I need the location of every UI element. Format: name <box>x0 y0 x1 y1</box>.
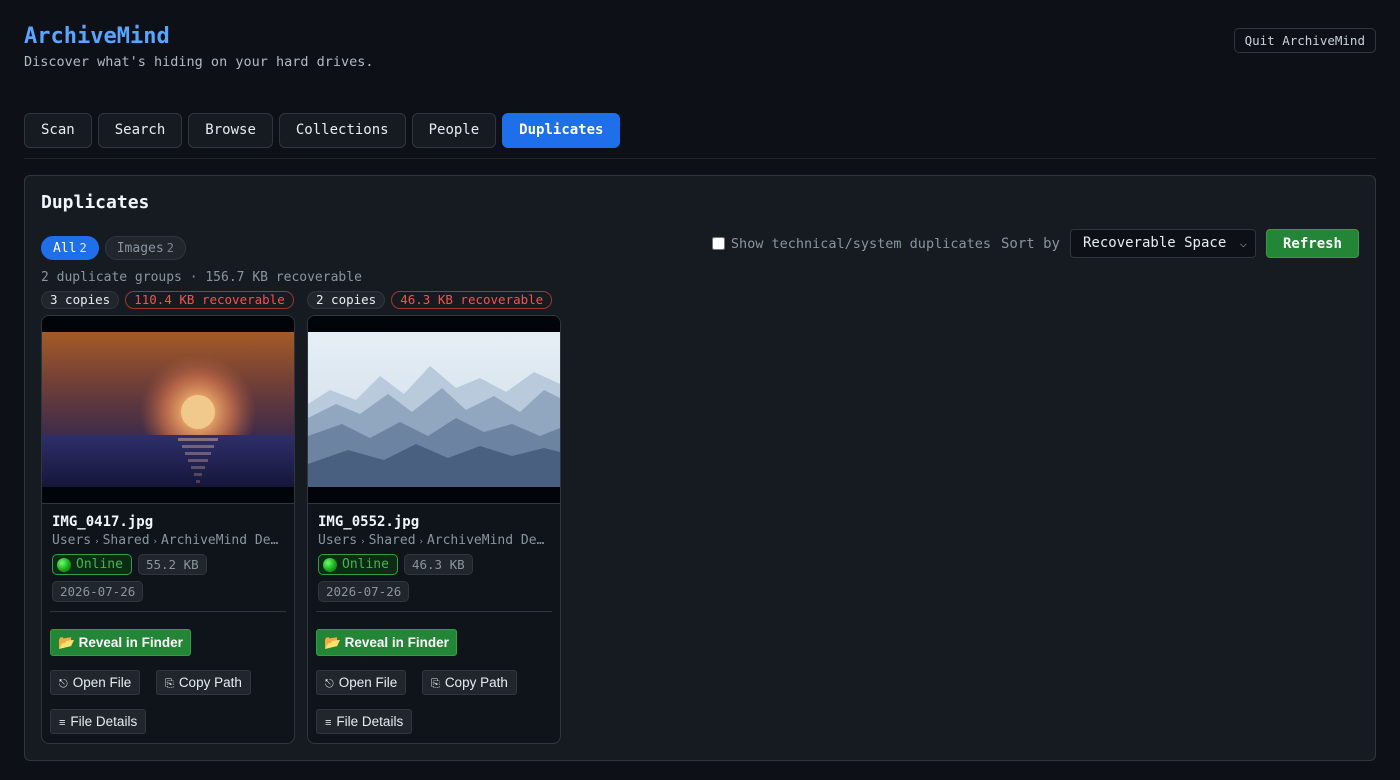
card-divider <box>50 611 286 612</box>
mountains-thumbnail-image <box>308 332 560 487</box>
sort-select-value: Recoverable Space <box>1082 235 1227 251</box>
copy-path-button[interactable]: ⎘ Copy Path <box>422 670 517 695</box>
copies-badge: 2 copies <box>307 291 386 309</box>
refresh-button[interactable]: Refresh <box>1265 229 1359 258</box>
panel-title: Duplicates <box>41 192 150 213</box>
file-meta: Online 46.3 KB <box>318 554 550 575</box>
folder-icon: 📂 <box>324 635 341 650</box>
filter-all[interactable]: All 2 <box>41 236 99 260</box>
reveal-in-finder-button[interactable]: 📂 Reveal in Finder <box>50 629 191 656</box>
file-thumbnail[interactable] <box>42 316 294 504</box>
chevron-right-icon: › <box>152 537 158 547</box>
path-segment: Users <box>318 533 358 548</box>
file-card[interactable]: IMG_0552.jpg Users › Shared › ArchiveMind De… <box>307 315 561 744</box>
sort-label: Sort by <box>1000 235 1060 252</box>
details-label: File Details <box>70 714 138 729</box>
tab-browse[interactable]: Browse <box>188 113 273 148</box>
date-row: 2026-07-26 <box>318 581 550 602</box>
filter-images-count: 2 <box>166 241 174 255</box>
duplicates-summary: 2 duplicate groups · 156.7 KB recoverabl… <box>41 270 362 285</box>
copy-label: Copy Path <box>178 675 242 690</box>
duplicate-group: 2 copies 46.3 KB recoverable IMG_0552.jp… <box>307 291 561 744</box>
open-external-icon: ⎋ <box>59 678 68 690</box>
status-badge: Online <box>52 554 132 575</box>
tab-people[interactable]: People <box>411 113 497 148</box>
path-segment: ArchiveMind De… <box>160 533 279 548</box>
chevron-down-icon: ⌵ <box>1239 236 1247 250</box>
file-thumbnail[interactable] <box>308 316 560 504</box>
status-label: Online <box>342 557 389 572</box>
sunset-thumbnail-image <box>42 332 294 487</box>
filter-all-count: 2 <box>79 241 87 255</box>
file-date: 2026-07-26 <box>318 581 410 602</box>
open-label: Open File <box>338 675 398 690</box>
open-external-icon: ⎋ <box>325 678 334 690</box>
filter-all-label: All <box>53 241 77 256</box>
online-dot-icon <box>323 557 337 572</box>
reveal-in-finder-button[interactable]: 📂 Reveal in Finder <box>316 629 457 656</box>
tab-search[interactable]: Search <box>97 113 183 148</box>
file-date: 2026-07-26 <box>52 581 144 602</box>
main-tabs: Scan Search Browse Collections People Du… <box>24 113 621 148</box>
copies-badge: 3 copies <box>41 291 120 309</box>
file-size: 55.2 KB <box>137 554 207 575</box>
show-system-checkbox[interactable] <box>711 237 725 250</box>
recoverable-badge: 110.4 KB recoverable <box>125 291 294 309</box>
open-label: Open File <box>72 675 132 690</box>
type-filters: All 2 Images 2 <box>41 236 186 260</box>
tab-duplicates[interactable]: Duplicates <box>502 113 621 148</box>
copy-icon: ⎘ <box>165 678 174 690</box>
copy-path-button[interactable]: ⎘ Copy Path <box>156 670 251 695</box>
duplicates-panel: Duplicates All 2 Images 2 Show technical/s… <box>24 175 1376 761</box>
file-size: 46.3 KB <box>403 554 473 575</box>
status-badge: Online <box>318 554 398 575</box>
details-label: File Details <box>336 714 404 729</box>
reveal-label: Reveal in Finder <box>344 635 449 650</box>
file-card[interactable]: IMG_0417.jpg Users › Shared › ArchiveMind De… <box>41 315 295 744</box>
folder-icon: 📂 <box>58 635 75 650</box>
tab-scan[interactable]: Scan <box>24 113 92 148</box>
status-label: Online <box>76 557 123 572</box>
path-segment: ArchiveMind De… <box>426 533 545 548</box>
app-title: ArchiveMind <box>24 24 170 49</box>
path-segment: Shared <box>102 533 150 548</box>
tab-collections[interactable]: Collections <box>278 113 406 148</box>
file-details-button[interactable]: ≡ File Details <box>50 709 147 734</box>
open-file-button[interactable]: ⎋ Open File <box>316 670 407 695</box>
group-badges: 3 copies 110.4 KB recoverable <box>41 291 295 309</box>
chevron-right-icon: › <box>360 537 366 547</box>
quit-button[interactable]: Quit ArchiveMind <box>1233 28 1376 53</box>
path-segment: Users <box>52 533 92 548</box>
online-dot-icon <box>57 557 71 572</box>
copy-label: Copy Path <box>444 675 508 690</box>
app-tagline: Discover what's hiding on your hard driv… <box>24 54 374 70</box>
sort-select[interactable]: Recoverable Space ⌵ <box>1069 229 1256 258</box>
file-path-breadcrumb: Users › Shared › ArchiveMind De… <box>52 533 284 548</box>
chevron-right-icon: › <box>94 537 100 547</box>
file-meta: Online 55.2 KB <box>52 554 284 575</box>
file-details-button[interactable]: ≡ File Details <box>316 709 413 734</box>
chevron-right-icon: › <box>418 537 424 547</box>
file-name: IMG_0552.jpg <box>318 514 420 530</box>
file-path-breadcrumb: Users › Shared › ArchiveMind De… <box>318 533 550 548</box>
show-system-label: Show technical/system duplicates <box>730 235 991 252</box>
recoverable-badge: 46.3 KB recoverable <box>391 291 553 309</box>
filter-images[interactable]: Images 2 <box>104 236 186 260</box>
details-list-icon: ≡ <box>325 717 332 729</box>
date-row: 2026-07-26 <box>52 581 284 602</box>
copy-icon: ⎘ <box>431 678 440 690</box>
group-badges: 2 copies 46.3 KB recoverable <box>307 291 561 309</box>
file-name: IMG_0417.jpg <box>52 514 154 530</box>
show-system-toggle[interactable]: Show technical/system duplicates <box>711 235 991 252</box>
filter-images-label: Images <box>116 241 164 256</box>
reveal-label: Reveal in Finder <box>78 635 183 650</box>
open-file-button[interactable]: ⎋ Open File <box>50 670 141 695</box>
toolbar-controls: Show technical/system duplicates Sort by… <box>711 229 1359 258</box>
app-header: ArchiveMind Discover what's hiding on yo… <box>24 22 374 70</box>
duplicate-group: 3 copies 110.4 KB recoverable IMG_0417.j… <box>41 291 295 744</box>
details-list-icon: ≡ <box>59 717 66 729</box>
path-segment: Shared <box>368 533 416 548</box>
tab-divider <box>24 158 1376 159</box>
card-divider <box>316 611 552 612</box>
